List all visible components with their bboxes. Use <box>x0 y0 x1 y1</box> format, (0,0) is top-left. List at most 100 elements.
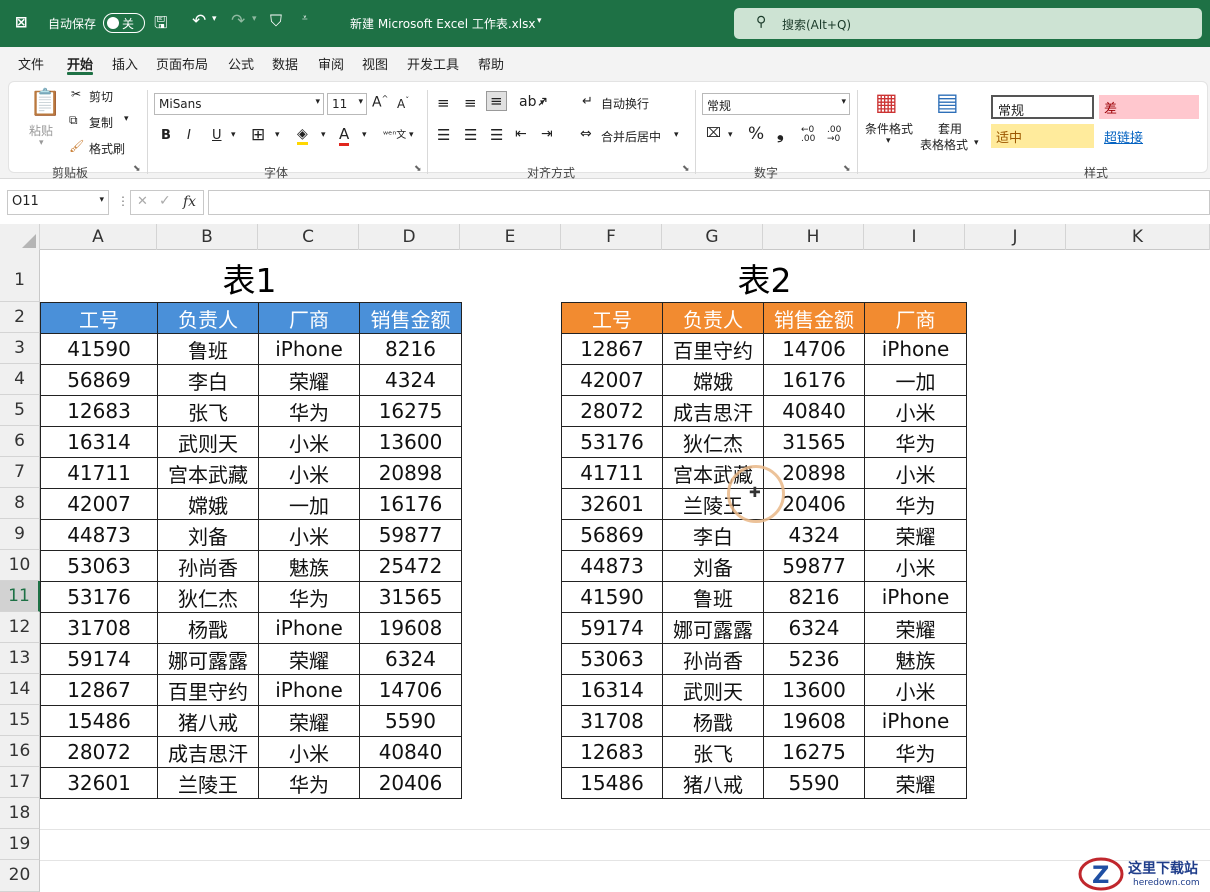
table2-cell[interactable]: 猪八戒 <box>662 767 764 799</box>
row-header[interactable]: 15 <box>0 705 40 736</box>
merge-center-button[interactable]: 合并后居中 <box>601 128 661 145</box>
table1-cell[interactable]: 5590 <box>359 705 462 737</box>
table2-cell[interactable]: 张飞 <box>662 736 764 768</box>
format-painter-button[interactable]: 格式刷 <box>89 140 125 157</box>
table1-cell[interactable]: 8216 <box>359 333 462 365</box>
table2-header-cell[interactable]: 厂商 <box>864 302 967 334</box>
table1-cell[interactable]: 孙尚香 <box>157 550 259 582</box>
table1-cell[interactable]: 兰陵王 <box>157 767 259 799</box>
row-header[interactable]: 8 <box>0 488 40 519</box>
table1-cell[interactable]: 16314 <box>40 426 158 458</box>
font-color-icon[interactable]: A <box>339 125 350 146</box>
table1-cell[interactable]: 一加 <box>258 488 360 520</box>
number-format-select[interactable]: 常规 ▾ <box>702 93 850 115</box>
table2-cell[interactable]: 16314 <box>561 674 663 706</box>
fill-color-icon[interactable]: ◈ <box>297 126 308 145</box>
font-launcher-icon[interactable]: ⬊ <box>414 164 422 174</box>
menu-view[interactable]: 视图 <box>362 54 388 73</box>
wrap-text-icon[interactable]: ↵ <box>582 94 593 109</box>
file-name[interactable]: 新建 Microsoft Excel 工作表.xlsx <box>350 15 535 32</box>
column-header-a[interactable]: A <box>40 224 157 250</box>
table1-cell[interactable]: 20898 <box>359 457 462 489</box>
name-box[interactable]: O11 ▾ <box>7 190 109 215</box>
redo-icon[interactable]: ↷ <box>231 11 245 31</box>
table2-cell[interactable]: 杨戬 <box>662 705 764 737</box>
fill-color-dropdown-icon[interactable]: ▾ <box>321 130 326 140</box>
row-header[interactable]: 16 <box>0 736 40 767</box>
style-normal[interactable]: 常规 <box>991 95 1094 119</box>
font-color-dropdown-icon[interactable]: ▾ <box>362 130 367 140</box>
align-middle-icon[interactable]: ≡ <box>464 94 477 112</box>
row-header[interactable]: 2 <box>0 302 40 333</box>
table2-cell[interactable]: 44873 <box>561 550 663 582</box>
select-all-corner[interactable] <box>0 224 40 250</box>
table1-cell[interactable]: 魅族 <box>258 550 360 582</box>
style-bad[interactable]: 差 <box>1099 95 1199 119</box>
column-header-k[interactable]: K <box>1066 224 1210 250</box>
table2-cell[interactable]: 14706 <box>763 333 865 365</box>
table2-cell[interactable]: 16176 <box>763 364 865 396</box>
wrap-text-button[interactable]: 自动换行 <box>601 95 649 112</box>
table2-cell[interactable]: 13600 <box>763 674 865 706</box>
row-header[interactable]: 13 <box>0 643 40 674</box>
insert-function-button[interactable]: fx <box>183 194 196 210</box>
table1-cell[interactable]: iPhone <box>258 333 360 365</box>
table2-cell[interactable]: 28072 <box>561 395 663 427</box>
menu-review[interactable]: 审阅 <box>318 54 344 73</box>
table2-cell[interactable]: 59877 <box>763 550 865 582</box>
underline-icon[interactable]: U <box>212 128 222 143</box>
row-header[interactable]: 4 <box>0 364 40 395</box>
clipboard-launcher-icon[interactable]: ⬊ <box>133 164 141 174</box>
table2-cell[interactable]: 荣耀 <box>864 767 967 799</box>
row-header[interactable]: 7 <box>0 457 40 488</box>
menu-page-layout[interactable]: 页面布局 <box>156 54 208 73</box>
column-header-e[interactable]: E <box>460 224 561 250</box>
table1-cell[interactable]: 小米 <box>258 519 360 551</box>
table1-cell[interactable]: 53063 <box>40 550 158 582</box>
table1-cell[interactable]: 16275 <box>359 395 462 427</box>
more-options-icon[interactable]: ⋮ <box>117 194 129 208</box>
table2-cell[interactable]: 孙尚香 <box>662 643 764 675</box>
conditional-format-button[interactable]: 条件格式 <box>865 120 913 137</box>
table1-cell[interactable]: iPhone <box>258 612 360 644</box>
row-header-selected[interactable]: 11 <box>0 581 40 612</box>
customize-toolbar-icon[interactable]: ⩡ <box>302 13 308 24</box>
table1-cell[interactable]: 狄仁杰 <box>157 581 259 613</box>
table1-cell[interactable]: 4324 <box>359 364 462 396</box>
align-bottom-icon[interactable]: ≡ <box>486 91 507 111</box>
table2-cell[interactable]: 魅族 <box>864 643 967 675</box>
table1-cell[interactable]: 15486 <box>40 705 158 737</box>
table1-cell[interactable]: 14706 <box>359 674 462 706</box>
table1-cell[interactable]: 成吉思汗 <box>157 736 259 768</box>
table1-cell[interactable]: 6324 <box>359 643 462 675</box>
cancel-icon[interactable]: ✕ <box>137 194 148 209</box>
undo-icon[interactable]: ↶ <box>192 11 206 31</box>
row-header[interactable]: 3 <box>0 333 40 364</box>
table2-cell[interactable]: 15486 <box>561 767 663 799</box>
table2-header-cell[interactable]: 负责人 <box>662 302 764 334</box>
table-format-icon[interactable]: ▤ <box>936 88 959 116</box>
table1-header-cell[interactable]: 负责人 <box>157 302 259 334</box>
table2-cell[interactable]: 一加 <box>864 364 967 396</box>
column-header-i[interactable]: I <box>864 224 965 250</box>
table2-cell[interactable]: 百里守约 <box>662 333 764 365</box>
table1-cell[interactable]: 41711 <box>40 457 158 489</box>
increase-font-icon[interactable]: A^ <box>372 94 388 111</box>
decrease-indent-icon[interactable]: ⇤ <box>515 126 527 142</box>
bold-icon[interactable]: B <box>161 128 171 143</box>
table2-cell[interactable]: 小米 <box>864 457 967 489</box>
table2-cell[interactable]: 53176 <box>561 426 663 458</box>
table1-cell[interactable]: 59174 <box>40 643 158 675</box>
conditional-format-dropdown-icon[interactable]: ▾ <box>886 136 891 146</box>
table2-cell[interactable]: 5236 <box>763 643 865 675</box>
merge-center-icon[interactable]: ⇔ <box>580 126 592 142</box>
table1-cell[interactable]: 嫦娥 <box>157 488 259 520</box>
column-header-d[interactable]: D <box>359 224 460 250</box>
table2-header-cell[interactable]: 工号 <box>561 302 663 334</box>
table2-cell[interactable]: 李白 <box>662 519 764 551</box>
table2-cell[interactable]: 41590 <box>561 581 663 613</box>
table2-cell[interactable]: 华为 <box>864 426 967 458</box>
table1-cell[interactable]: 小米 <box>258 457 360 489</box>
table2-cell[interactable]: 小米 <box>864 674 967 706</box>
redo-dropdown-icon[interactable]: ▾ <box>252 14 257 24</box>
